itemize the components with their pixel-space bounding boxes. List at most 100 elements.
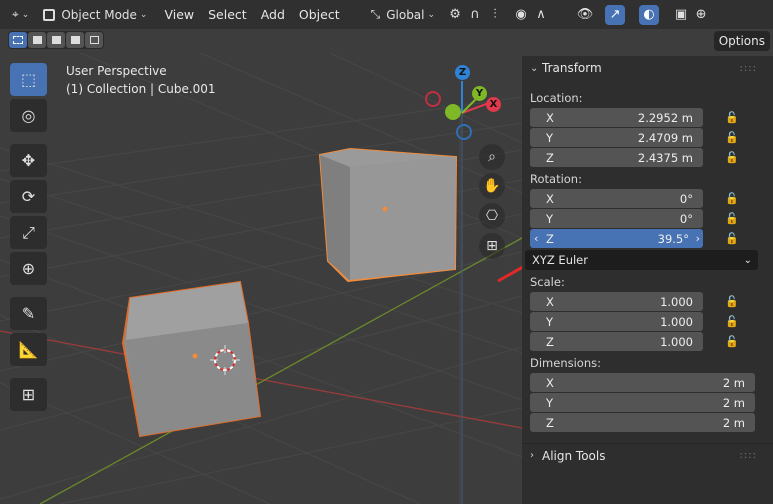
location-y-field[interactable]: Y 2.4709 m [530,128,703,147]
wireframe-shading-icon[interactable]: ⊕ [691,5,711,25]
editor-type-button[interactable]: ⌖ ⌄ [8,4,33,26]
options-button[interactable]: Options [713,31,770,51]
tool-shelf: ⬚ ◎ ✥ ⟳ ⤢ ⊕ ✎ 📐 ⊞ [10,63,47,411]
snap-icon[interactable]: ∩ [465,5,485,25]
rotation-z-field[interactable]: ‹ Z 39.5° › [530,229,703,248]
lock-icon[interactable]: 🔓 [725,131,741,147]
menu-view[interactable]: View [157,7,201,22]
scale-tool-icon[interactable]: ⤢ [10,216,47,249]
zoom-icon[interactable]: ⌕ [479,144,505,170]
chevron-down-icon: ⌄ [427,9,436,20]
lock-icon[interactable]: 🔓 [725,295,741,311]
select-subtract-icon[interactable] [47,32,65,48]
visibility-icon[interactable]: 👁 [575,5,595,25]
sidebar-panel: ⌄ Transform :::: Location: X 2.2952 m 🔓 Y… [522,56,773,504]
active-object-info: (1) Collection | Cube.001 [66,82,216,96]
object-mode-icon [43,8,56,21]
gizmo-x-axis[interactable]: X [486,97,501,112]
camera-view-icon[interactable]: ⎔ [479,203,505,229]
scale-y-field[interactable]: Y 1.000 [530,312,703,331]
selection-mode-group [8,31,104,49]
align-tools-title: Align Tools [542,448,606,463]
tool-divider [10,369,47,375]
menu-select[interactable]: Select [201,7,254,22]
select-box-tool-icon[interactable]: ⬚ [10,63,47,96]
lock-icon[interactable]: 🔓 [725,232,741,248]
gizmo-y-label: Y [475,88,484,99]
viewport-header: ⌖ ⌄ Object Mode ⌄ View Select Add Object … [0,0,773,29]
transform-panel-header[interactable]: ⌄ Transform :::: [522,56,773,80]
dimensions-label: Dimensions: [530,356,601,370]
location-label: Location: [530,91,583,105]
chevron-down-icon: ⌄ [743,254,752,266]
location-x-field[interactable]: X 2.2952 m [530,108,703,127]
cube-front[interactable] [121,280,262,438]
scale-label: Scale: [530,275,565,289]
location-z-field[interactable]: Z 2.4375 m [530,148,703,167]
transform-tool-icon[interactable]: ⊕ [10,252,47,285]
decrement-arrow-icon[interactable]: ‹ [534,232,538,245]
transform-title: Transform [542,61,602,75]
scale-z-field[interactable]: Z 1.000 [530,332,703,351]
lock-icon[interactable]: 🔓 [725,335,741,351]
gizmo-z-label: Z [458,67,467,78]
dimensions-x-field[interactable]: X2 m [530,373,755,392]
tool-divider [10,288,47,294]
lock-icon[interactable]: 🔓 [725,315,741,331]
drag-handle-icon[interactable]: :::: [740,450,757,461]
orientation-dropdown[interactable]: ⤡ Global ⌄ [367,4,439,26]
cube-back[interactable] [318,147,458,283]
xray-icon[interactable]: ▣ [671,5,691,25]
pivot-point-icon[interactable]: ⚙ [445,5,465,25]
snap-target-icon[interactable]: ⫶ [485,5,505,25]
falloff-icon[interactable]: ∧ [531,5,551,25]
editor-type-icon: ⌖ [12,7,19,21]
chevron-right-icon: › [530,450,534,461]
increment-arrow-icon[interactable]: › [696,232,700,245]
rotation-y-field[interactable]: Y 0° [530,209,703,228]
lock-icon[interactable]: 🔓 [725,111,741,127]
move-tool-icon[interactable]: ✥ [10,144,47,177]
menu-add[interactable]: Add [254,7,292,22]
add-cube-tool-icon[interactable]: ⊞ [10,378,47,411]
lock-icon[interactable]: 🔓 [725,151,741,167]
proportional-edit-icon[interactable]: ◉ [511,5,531,25]
tool-header: Options [0,29,773,53]
chevron-down-icon: ⌄ [530,62,539,74]
cursor-tool-icon[interactable]: ◎ [10,99,47,132]
mode-label: Object Mode [61,7,137,22]
select-extend-icon[interactable] [28,32,46,48]
measure-tool-icon[interactable]: 📐 [10,333,47,366]
rotation-mode-value: XYZ Euler [532,253,588,267]
orientation-label: Global [386,7,425,22]
dimensions-z-field[interactable]: Z2 m [530,413,755,432]
align-tools-panel-header[interactable]: › Align Tools :::: [522,443,773,467]
lock-icon[interactable]: 🔓 [725,192,741,208]
select-new-icon[interactable] [9,32,27,48]
drag-handle-icon[interactable]: :::: [740,63,757,74]
dimensions-y-field[interactable]: Y2 m [530,393,755,412]
chevron-down-icon: ⌄ [139,9,148,20]
rotate-tool-icon[interactable]: ⟳ [10,180,47,213]
overlay-toggle-icon[interactable]: ◐ [639,4,660,25]
rotation-mode-dropdown[interactable]: XYZ Euler ⌄ [525,250,758,270]
select-intersect-icon[interactable] [85,32,103,48]
orientation-icon: ⤡ [370,7,381,21]
select-invert-icon[interactable] [66,32,84,48]
pan-hand-icon[interactable]: ✋ [479,173,505,199]
chevron-down-icon: ⌄ [21,9,30,20]
gizmo-toggle-icon[interactable]: ↗ [605,4,626,25]
annotate-tool-icon[interactable]: ✎ [10,297,47,330]
gizmo-x-label: X [489,99,498,110]
gizmo-y-axis[interactable]: Y [472,86,487,101]
menu-object[interactable]: Object [292,7,347,22]
rotation-label: Rotation: [530,172,582,186]
scale-x-field[interactable]: X 1.000 [530,292,703,311]
perspective-toggle-icon[interactable]: ⊞ [479,233,505,259]
viewport-info: User Perspective (1) Collection | Cube.0… [66,62,216,98]
rotation-x-field[interactable]: X 0° [530,189,703,208]
gizmo-z-axis[interactable]: Z [455,65,470,80]
view-name: User Perspective [66,64,167,78]
lock-icon[interactable]: 🔓 [725,212,741,228]
mode-dropdown[interactable]: Object Mode ⌄ [39,4,151,26]
